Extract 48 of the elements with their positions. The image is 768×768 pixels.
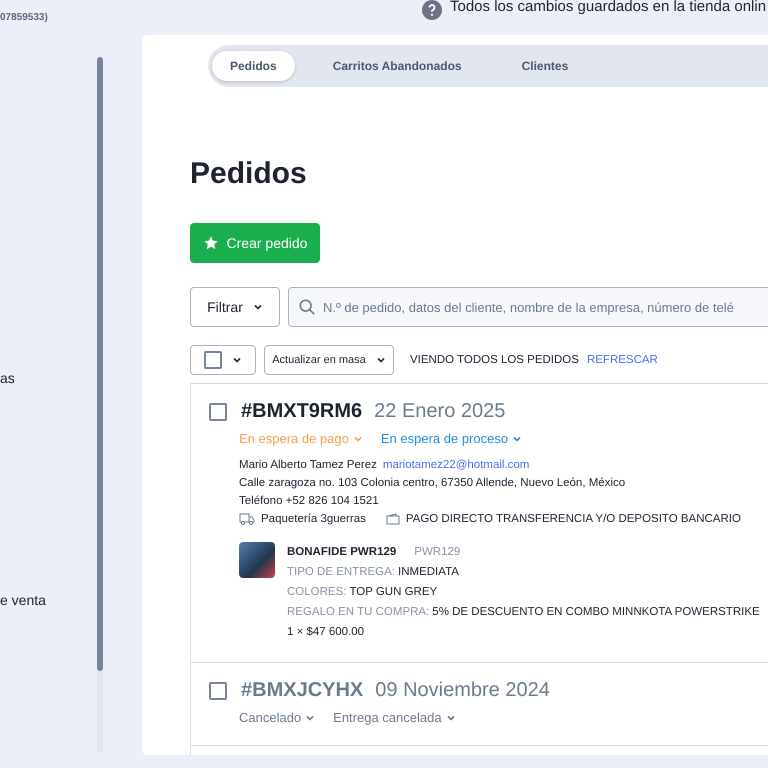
email-link[interactable]: mariotamez22@hotmail.com <box>382 456 530 474</box>
product-name[interactable]: BONAFIDE PWR129 <box>287 542 396 562</box>
product-sku: PWR129 <box>414 545 460 560</box>
order-number[interactable]: #BMXJCYHX <box>241 679 364 702</box>
truck-icon <box>239 513 255 525</box>
payment-status-dropdown[interactable]: Cancelado <box>239 710 316 725</box>
order-date: 22 Enero 2025 <box>374 400 506 423</box>
save-status: Todos los cambios guardados en la tienda onlin <box>450 0 766 15</box>
fulfillment-status-dropdown[interactable]: Entrega cancelada <box>333 710 456 725</box>
payment-method: PAGO DIRECTO TRANSFERENCIA Y/O DEPOSITO BANCARIO <box>406 512 741 527</box>
order-checkbox[interactable] <box>209 682 227 700</box>
option-label: REGALO EN TU COMPRA: <box>287 605 430 620</box>
option-value: INMEDIATA <box>398 565 459 580</box>
help-icon[interactable] <box>422 0 442 20</box>
customer-address: Calle zaragoza no. 103 Colonia centro, 67350 Allende, Nuevo León, México <box>239 476 626 491</box>
option-value: 5% DE DESCUENTO EN COMBO MINNKOTA POWERSTRIKE <box>432 605 760 620</box>
option-label: COLORES: <box>287 585 346 600</box>
select-all-dropdown[interactable] <box>190 345 256 375</box>
order-checkbox[interactable] <box>209 402 227 420</box>
refresh-link[interactable]: REFRESCAR <box>586 354 658 366</box>
star-icon <box>202 235 219 251</box>
customer-phone: Teléfono +52 826 104 1521 <box>239 494 380 509</box>
sidebar-item[interactable]: as <box>0 370 15 386</box>
tab[interactable]: Carritos Abandonados <box>314 51 480 81</box>
bulk-update-dropdown[interactable]: Actualizar en masa <box>264 345 394 375</box>
order-number[interactable]: #BMXT9RM6 <box>241 400 362 423</box>
filter-button[interactable]: Filtrar <box>190 287 280 327</box>
search-field[interactable]: N.º de pedido, datos del cliente, nombre de la empresa, número de telé <box>288 287 768 327</box>
tab[interactable]: Clientes <box>504 51 586 81</box>
page-title: Pedidos <box>190 157 308 192</box>
sidebar-item[interactable]: e venta <box>0 592 46 608</box>
option-label: TIPO DE ENTREGA: <box>287 565 395 580</box>
product-photo-placeholder <box>239 542 275 578</box>
tab[interactable]: Pedidos <box>212 51 295 81</box>
chevron-down-icon <box>376 355 386 365</box>
customer-name: Mario Alberto Tamez Perez <box>239 458 377 473</box>
order-date: 09 Noviembre 2024 <box>375 679 550 702</box>
shipping-method: Paquetería 3guerras <box>261 512 366 527</box>
search-icon <box>298 298 316 316</box>
chevron-down-icon <box>252 302 263 312</box>
viewing-label: VIENDO TODOS LOS PEDIDOS <box>410 354 579 366</box>
account-id: 07859533) <box>0 12 48 23</box>
fulfillment-status-dropdown[interactable]: En espera de proceso <box>380 431 522 446</box>
product-price: 1 × $47 600.00 <box>287 625 366 640</box>
option-value: TOP GUN GREY <box>349 585 438 600</box>
wallet-icon <box>386 513 400 525</box>
chevron-down-icon <box>232 355 242 365</box>
create-order-button[interactable]: Crear pedido <box>190 223 320 263</box>
